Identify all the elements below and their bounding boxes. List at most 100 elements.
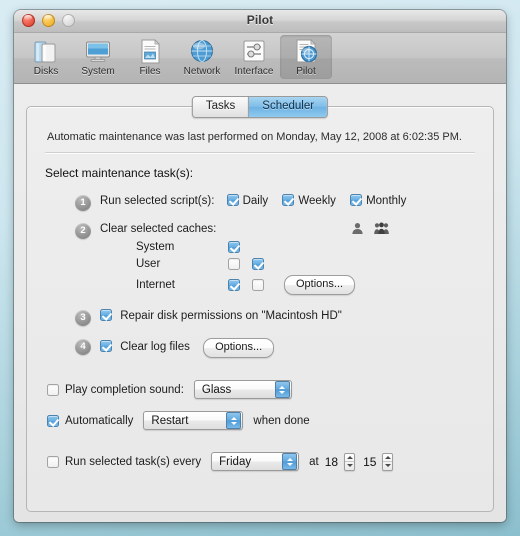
system-icon: [72, 37, 124, 65]
play-sound-row: Play completion sound: Glass: [45, 380, 475, 399]
internet-cache-options-button[interactable]: Options...: [284, 275, 356, 295]
scheduler-panel: Tasks Scheduler Automatic maintenance wa…: [26, 96, 494, 512]
window-title: Pilot: [246, 13, 274, 27]
checkbox-play-sound[interactable]: [47, 383, 59, 396]
step-4-content: Clear log files Options...: [100, 338, 475, 358]
checkbox-daily-box[interactable]: [226, 194, 239, 206]
cache-system-col1-box[interactable]: [228, 241, 240, 253]
checkbox-repair-permissions[interactable]: [100, 309, 112, 321]
checkbox-run-every[interactable]: [47, 455, 59, 468]
cache-internet-col2[interactable]: [246, 279, 270, 291]
cache-user-col1[interactable]: [222, 258, 246, 270]
step-1-row: 1 Run selected script(s): Daily Weekly M…: [75, 194, 475, 211]
checkbox-daily-label: Daily: [242, 195, 269, 207]
hour-stepper-up[interactable]: [345, 454, 354, 462]
toolbar-item-network[interactable]: Network: [176, 35, 228, 79]
checkbox-daily[interactable]: Daily: [226, 194, 269, 207]
step-2-content: Clear selected caches: System User Inter…: [100, 222, 475, 295]
weekday-select-value: Friday: [219, 455, 252, 468]
main-toolbar: Disks System Files Network Interface Pil…: [14, 33, 506, 84]
toolbar-item-files[interactable]: Files: [124, 35, 176, 79]
cache-row-internet-label: Internet: [136, 279, 175, 291]
step-1-badge: 1: [75, 195, 91, 211]
hour-stepper-down[interactable]: [345, 461, 355, 470]
scheduler-body: Automatic maintenance was last performed…: [27, 107, 493, 511]
pilot-icon: [280, 37, 332, 65]
cache-user-col2-box[interactable]: [252, 258, 264, 270]
schedule-at-label: at: [309, 455, 319, 468]
toolbar-item-pilot[interactable]: Pilot: [280, 35, 332, 79]
step-2-badge: 2: [75, 223, 91, 239]
section-title: Select maintenance task(s):: [45, 166, 194, 180]
log-files-options-button[interactable]: Options...: [203, 338, 275, 358]
chevron-updown-icon: [274, 381, 290, 398]
interface-icon: [228, 37, 280, 65]
automatic-action-value: Restart: [151, 414, 189, 427]
toolbar-item-disks[interactable]: Disks: [20, 35, 72, 79]
schedule-minute-value[interactable]: 15: [363, 455, 376, 469]
step-4-row: 4 Clear log files Options...: [75, 338, 475, 358]
chevron-updown-icon: [226, 412, 242, 429]
toolbar-label-files: Files: [139, 66, 161, 77]
step-1-content: Run selected script(s): Daily Weekly Mon…: [100, 194, 475, 207]
checkbox-weekly[interactable]: Weekly: [282, 194, 336, 207]
cache-row-system-label: System: [136, 241, 175, 253]
minute-stepper-down[interactable]: [383, 461, 393, 470]
step-3-content: Repair disk permissions on "Macintosh HD…: [100, 309, 475, 322]
window-titlebar: Pilot: [14, 10, 506, 33]
schedule-label: Run selected task(s) every: [65, 455, 202, 468]
disks-icon: [20, 37, 72, 65]
toolbar-label-interface: Interface: [234, 66, 274, 77]
schedule-row: Run selected task(s) every Friday at 18 …: [45, 452, 475, 471]
toolbar-label-pilot: Pilot: [296, 66, 316, 77]
schedule-hour-value[interactable]: 18: [325, 455, 338, 469]
checkbox-monthly-label: Monthly: [366, 195, 407, 207]
automatically-label: Automatically: [65, 414, 134, 427]
checkbox-weekly-box[interactable]: [282, 194, 295, 206]
cache-grid: System User Internet Options...: [100, 241, 475, 295]
status-message: Automatic maintenance was last performed…: [45, 127, 475, 153]
step-4-label: Clear log files: [120, 340, 190, 353]
toolbar-label-system: System: [81, 66, 115, 77]
automatically-suffix: when done: [253, 414, 310, 427]
cache-internet-col2-box[interactable]: [252, 279, 264, 291]
content-area: Tasks Scheduler Automatic maintenance wa…: [14, 84, 506, 522]
toolbar-label-disks: Disks: [33, 66, 59, 77]
cache-user-col2[interactable]: [246, 258, 270, 270]
step-2-label: Clear selected caches:: [100, 222, 217, 235]
user-group-icon: [374, 222, 389, 235]
step-1-label: Run selected script(s):: [100, 194, 215, 207]
step-3-badge: 3: [75, 310, 91, 326]
step-4-badge: 4: [75, 339, 91, 355]
automatic-action-select[interactable]: Restart: [143, 411, 244, 430]
automatically-row: Automatically Restart when done: [45, 411, 475, 430]
minute-stepper-up[interactable]: [383, 454, 392, 462]
cache-user-col1-box[interactable]: [228, 258, 240, 270]
network-icon: [176, 37, 228, 65]
cache-row-user-label: User: [136, 258, 161, 270]
pilot-window: Pilot Disks System Files Network Interfa…: [14, 10, 506, 522]
checkbox-monthly-box[interactable]: [350, 194, 363, 206]
sound-select-value: Glass: [201, 383, 232, 396]
step-2-row: 2 Clear selected caches: System User Int…: [75, 222, 475, 295]
cache-internet-col1[interactable]: [222, 279, 246, 291]
user-single-icon: [351, 222, 364, 235]
checkbox-monthly[interactable]: Monthly: [350, 194, 406, 207]
files-icon: [124, 37, 176, 65]
sound-select[interactable]: Glass: [193, 380, 292, 399]
cache-internet-col1-box[interactable]: [228, 279, 240, 291]
checkbox-automatically[interactable]: [47, 414, 59, 427]
toolbar-label-network: Network: [183, 66, 221, 77]
checkbox-clear-log-files[interactable]: [100, 340, 112, 352]
minute-stepper[interactable]: [382, 452, 394, 471]
weekday-select[interactable]: Friday: [211, 452, 300, 471]
checkbox-weekly-label: Weekly: [298, 195, 336, 207]
toolbar-item-interface[interactable]: Interface: [228, 35, 280, 79]
play-sound-label: Play completion sound:: [65, 383, 184, 396]
hour-stepper[interactable]: [344, 452, 356, 471]
toolbar-item-system[interactable]: System: [72, 35, 124, 79]
chevron-updown-icon: [282, 453, 298, 470]
step-3-row: 3 Repair disk permissions on "Macintosh …: [75, 309, 475, 326]
cache-system-col1[interactable]: [222, 241, 246, 253]
step-3-label: Repair disk permissions on "Macintosh HD…: [120, 309, 342, 322]
